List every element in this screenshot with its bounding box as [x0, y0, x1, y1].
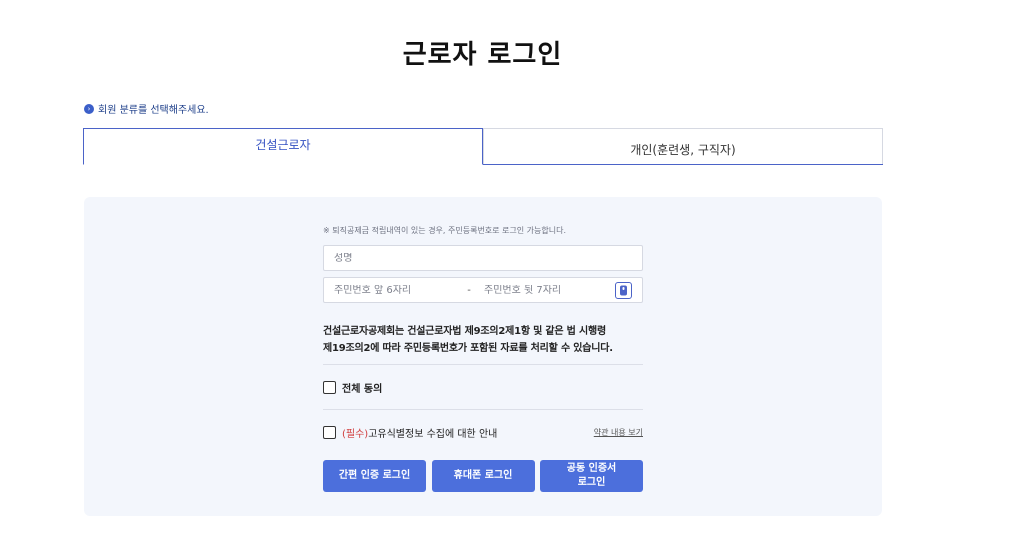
tab-label: 건설근로자: [255, 138, 311, 152]
unique-id-agree-row: (필수) 고유식별정보 수집에 대한 안내 약관 내용 보기: [323, 410, 643, 454]
certificate-login-button[interactable]: 공동 인증서 로그인: [540, 460, 643, 492]
rrn-legal-notice: 건설근로자공제회는 건설근로자법 제9조의2제1항 및 같은 법 시행령 제19…: [323, 323, 643, 357]
member-type-hint: › 회원 분류를 선택해주세요.: [84, 101, 209, 116]
rrn-login-notice: ※ 퇴직공제금 적립내역이 있는 경우, 주민등록번호로 로그인 가능합니다.: [323, 226, 567, 235]
tab-label: 개인(훈련생, 구직자): [630, 142, 736, 157]
rrn-back-input[interactable]: [484, 284, 604, 296]
login-page: 근로자 로그인 › 회원 분류를 선택해주세요. 건설근로자 개인(훈련생, 구…: [0, 0, 1017, 541]
view-terms-link[interactable]: 약관 내용 보기: [594, 427, 643, 438]
member-type-tabs: 건설근로자 개인(훈련생, 구직자): [83, 128, 883, 165]
required-tag: (필수): [342, 428, 369, 440]
unique-id-checkbox[interactable]: [323, 425, 336, 439]
rrn-front-input[interactable]: [334, 284, 454, 296]
simple-auth-login-button[interactable]: 간편 인증 로그인: [323, 460, 426, 492]
page-title: 근로자 로그인: [402, 40, 563, 70]
legal-line: 건설근로자공제회는 건설근로자법 제9조의2제1항 및 같은 법 시행령: [323, 326, 606, 337]
login-form: ※ 퇴직공제금 적립내역이 있는 경우, 주민등록번호로 로그인 가능합니다. …: [323, 225, 643, 492]
legal-line: 제19조의2에 따라 주민등록번호가 포함된 자료를 처리할 수 있습니다.: [323, 343, 613, 354]
name-field-wrapper: [323, 245, 643, 271]
member-type-hint-text: 회원 분류를 선택해주세요.: [98, 105, 209, 116]
rrn-field-wrapper: -: [323, 277, 643, 303]
unique-id-label: 고유식별정보 수집에 대한 안내: [368, 428, 498, 440]
phone-login-button[interactable]: 휴대폰 로그인: [431, 460, 535, 492]
agree-all-checkbox[interactable]: [323, 380, 336, 394]
tab-individual[interactable]: 개인(훈련생, 구직자): [483, 128, 883, 164]
login-buttons: 간편 인증 로그인 휴대폰 로그인 공동 인증서 로그인: [323, 460, 643, 492]
tab-construction-worker[interactable]: 건설근로자: [83, 128, 483, 165]
name-input[interactable]: [334, 252, 632, 264]
agree-all-row: 전체 동의: [323, 365, 643, 409]
secure-keypad-icon[interactable]: [615, 281, 632, 299]
rrn-separator: -: [467, 284, 471, 296]
agree-all-label: 전체 동의: [342, 383, 383, 395]
chevron-right-icon: ›: [84, 103, 94, 114]
